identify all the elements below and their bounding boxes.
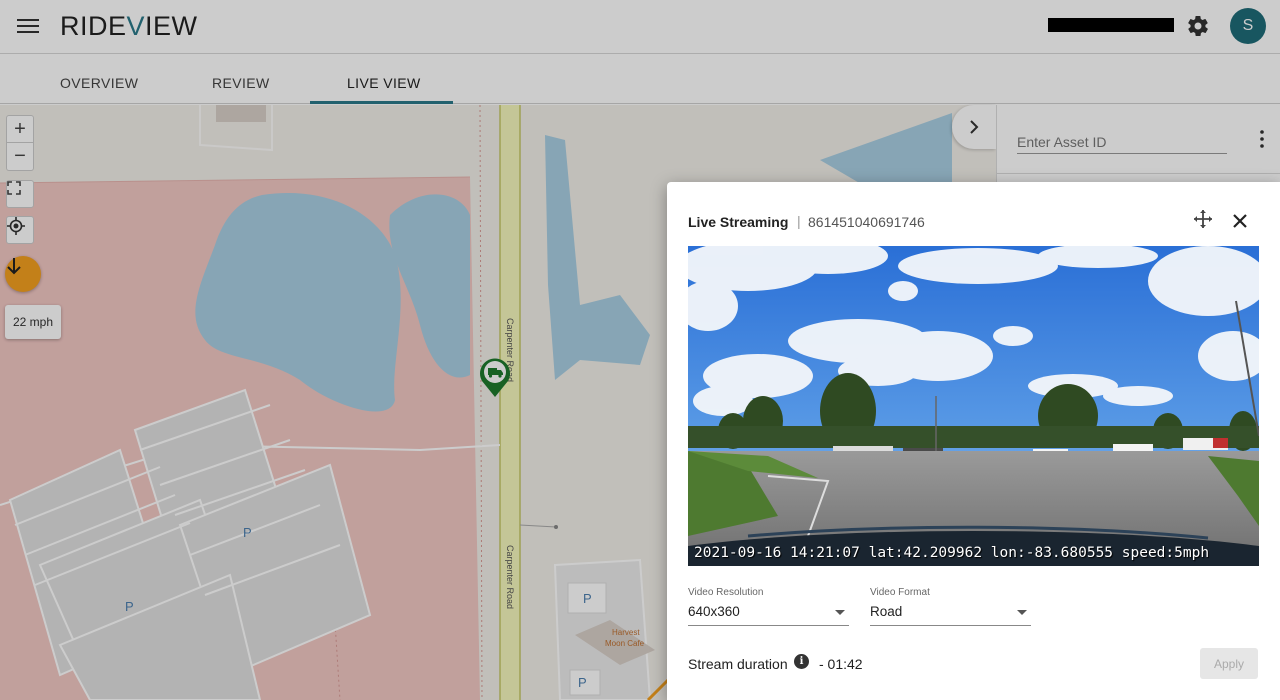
tab-review[interactable]: REVIEW bbox=[212, 55, 270, 104]
video-format-field: Video Format Road bbox=[870, 587, 1031, 626]
avatar[interactable]: S bbox=[1230, 8, 1266, 44]
app-root: P P P P Harvest Moon Cafe Carpenter Road… bbox=[0, 0, 1280, 700]
zoom-out-button[interactable]: − bbox=[6, 143, 34, 171]
video-frame bbox=[688, 246, 1259, 566]
fullscreen-icon bbox=[7, 181, 21, 195]
tab-bar: OVERVIEW REVIEW LIVE VIEW bbox=[0, 55, 1280, 104]
side-panel-divider bbox=[997, 173, 1280, 174]
dialog-title: Live Streaming bbox=[688, 214, 789, 230]
move-icon[interactable] bbox=[1193, 209, 1213, 229]
more-vert-icon[interactable] bbox=[1257, 129, 1267, 149]
video-resolution-select[interactable]: 640x360 bbox=[688, 604, 849, 626]
title-separator: | bbox=[797, 213, 801, 229]
tab-live-view[interactable]: LIVE VIEW bbox=[347, 55, 421, 104]
video-format-label: Video Format bbox=[870, 587, 930, 598]
active-tab-indicator bbox=[310, 101, 453, 104]
live-video-feed[interactable]: 2021-09-16 14:21:07 lat:42.209962 lon:-8… bbox=[688, 246, 1259, 566]
poi-label: Harvest bbox=[612, 628, 640, 637]
apply-button[interactable]: Apply bbox=[1200, 648, 1258, 679]
parking-label: P bbox=[243, 525, 252, 540]
chevron-right-icon bbox=[970, 120, 979, 134]
close-icon[interactable] bbox=[1230, 211, 1250, 231]
info-icon[interactable]: i bbox=[794, 654, 809, 669]
chevron-down-icon bbox=[835, 610, 845, 615]
video-resolution-label: Video Resolution bbox=[688, 587, 764, 598]
tab-overview[interactable]: OVERVIEW bbox=[60, 55, 138, 104]
device-id: 861451040691746 bbox=[808, 214, 925, 230]
arrow-down-icon bbox=[7, 258, 21, 275]
video-resolution-field: Video Resolution 640x360 bbox=[688, 587, 849, 626]
app-header: RIDEVIEW S bbox=[0, 0, 1280, 54]
user-name-redacted bbox=[1048, 18, 1174, 32]
parking-label: P bbox=[578, 675, 587, 690]
heading-button[interactable] bbox=[5, 256, 41, 292]
stream-duration-value: - 01:42 bbox=[819, 656, 863, 672]
video-telemetry-overlay: 2021-09-16 14:21:07 lat:42.209962 lon:-8… bbox=[694, 545, 1210, 561]
side-panel-toggle[interactable] bbox=[952, 105, 996, 149]
chevron-down-icon bbox=[1017, 610, 1027, 615]
locate-button[interactable] bbox=[6, 216, 34, 244]
stream-duration-label: Stream duration bbox=[688, 656, 788, 672]
fullscreen-button[interactable] bbox=[6, 180, 34, 208]
locate-icon bbox=[7, 217, 25, 235]
road-label: Carpenter Road bbox=[505, 545, 515, 609]
parking-label: P bbox=[125, 599, 134, 614]
parking-label: P bbox=[583, 591, 592, 606]
speed-badge: 22 mph bbox=[5, 305, 61, 339]
video-format-select[interactable]: Road bbox=[870, 604, 1031, 626]
asset-id-input[interactable] bbox=[1017, 130, 1227, 154]
menu-icon[interactable] bbox=[17, 16, 39, 36]
live-streaming-dialog: Live Streaming | 861451040691746 2021-09… bbox=[667, 182, 1280, 700]
gear-icon[interactable] bbox=[1186, 14, 1210, 38]
zoom-in-button[interactable]: + bbox=[6, 115, 34, 143]
poi-label: Moon Cafe bbox=[605, 639, 645, 648]
app-logo[interactable]: RIDEVIEW bbox=[60, 11, 198, 42]
